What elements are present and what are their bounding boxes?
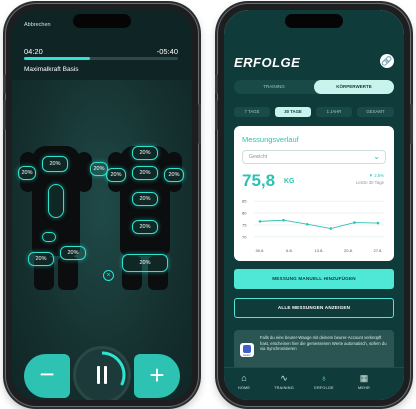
medal-icon: ♁: [320, 373, 328, 383]
weight-line-chart: 85 80 75 70 30.6. 6.8. 13.8. 20.8. 27.8.: [242, 199, 384, 253]
dynamic-island: [73, 14, 131, 28]
beurer-info-text: Falls du eine beurer-Waage mit deinem be…: [260, 335, 387, 352]
tab-erfolge[interactable]: ♁ ERFOLGE: [306, 372, 342, 390]
volume-button: [3, 74, 6, 94]
x-tick-label: 30.6.: [256, 248, 265, 253]
link-icon[interactable]: 🔗: [380, 54, 394, 68]
tab-mehr[interactable]: ▦ MEHR: [346, 372, 382, 390]
dynamic-island: [285, 14, 343, 28]
pad-back-upper[interactable]: 20%: [132, 166, 158, 180]
session-progress-bar: [24, 57, 178, 60]
current-value: 75,8: [242, 171, 276, 190]
pad-back-lower[interactable]: 20%: [132, 192, 158, 206]
tab-training-label: TRAINING: [274, 386, 294, 390]
metric-select[interactable]: Gewicht ⌄: [242, 150, 386, 164]
chevron-down-icon: ⌄: [373, 152, 380, 161]
decrease-button[interactable]: −: [24, 354, 70, 398]
suit-front-leg-right: [58, 256, 78, 290]
delta-badge: ▼ 2,5%: [368, 173, 384, 178]
add-measurement-button[interactable]: MESSUNG MANUELL HINZUFÜGEN: [234, 269, 394, 289]
show-all-measurements-button[interactable]: ALLE MESSUNGEN ANZEIGEN: [234, 298, 394, 318]
pad-leg-front-right[interactable]: 20%: [60, 246, 86, 260]
y-tick-label: 85: [242, 199, 247, 204]
data-point[interactable]: [305, 222, 309, 226]
pad-shoulder-back[interactable]: 20%: [132, 146, 158, 160]
tab-training[interactable]: TRAINING: [234, 80, 314, 94]
pad-chest[interactable]: 20%: [42, 156, 68, 172]
metric-select-value: Gewicht: [249, 154, 268, 160]
training-screen: Abbrechen 04:20 -05:40 Maximalkraft Basi…: [12, 10, 192, 400]
tab-7-tage[interactable]: 7 TAGE: [234, 107, 270, 117]
home-icon: ⌂: [241, 373, 247, 383]
volume-button: [215, 100, 218, 130]
y-tick-label: 75: [242, 222, 247, 227]
y-tick-label: 80: [242, 211, 247, 216]
pause-icon: [96, 366, 108, 384]
current-unit: KG: [284, 178, 295, 185]
measurement-card: Messungsverlauf Gewicht ⌄ 75,8 KG ▼ 2,5%…: [234, 126, 394, 261]
tab-1-jahr[interactable]: 1 JAHR: [316, 107, 352, 117]
series-line: [259, 219, 379, 229]
x-tick-label: 6.8.: [286, 248, 293, 253]
tab-30-tage[interactable]: 30 TAGE: [275, 107, 311, 117]
data-point[interactable]: [258, 220, 262, 223]
abort-button[interactable]: Abbrechen: [24, 22, 51, 28]
phone-training: Abbrechen 04:20 -05:40 Maximalkraft Basi…: [3, 4, 201, 406]
page-title: ERFOLGE: [234, 55, 301, 70]
program-name: Maximalkraft Basis: [24, 66, 79, 73]
session-progress-fill: [24, 57, 91, 60]
grid-icon: ▦: [359, 373, 369, 383]
tab-home[interactable]: ⌂ HOME: [226, 372, 262, 390]
period-tabs: 7 TAGE 30 TAGE 1 JAHR GESAMT: [234, 107, 394, 117]
y-tick-label: 70: [242, 234, 247, 239]
volume-button: [3, 100, 6, 130]
phone-results: ERFOLGE 🔗 TRAINING KÖRPERWERTE 7 TAGE 30…: [215, 4, 413, 406]
intensity-controls: − +: [24, 346, 180, 400]
pad-hip[interactable]: [42, 232, 56, 242]
volume-button: [215, 74, 218, 94]
x-tick-label: 13.8.: [315, 248, 324, 253]
close-icon[interactable]: ×: [103, 270, 114, 281]
main-tabs: TRAINING KÖRPERWERTE: [234, 80, 394, 94]
data-point[interactable]: [329, 227, 333, 230]
screenshot-canvas: Abbrechen 04:20 -05:40 Maximalkraft Basi…: [0, 0, 416, 409]
time-elapsed: 04:20: [24, 47, 43, 56]
beurer-info-box: beurer Falls du eine beurer-Waage mit de…: [234, 330, 394, 370]
tab-gesamt[interactable]: GESAMT: [357, 107, 394, 117]
pad-arm-back-left[interactable]: 20%: [106, 168, 126, 182]
pad-arm-front-left[interactable]: 20%: [18, 166, 36, 180]
tab-mehr-label: MEHR: [358, 386, 370, 390]
pad-glute[interactable]: 20%: [132, 220, 158, 234]
data-point[interactable]: [282, 218, 285, 222]
tab-erfolge-label: ERFOLGE: [314, 386, 334, 390]
power-button: [410, 104, 413, 144]
results-screen: ERFOLGE 🔗 TRAINING KÖRPERWERTE 7 TAGE 30…: [224, 10, 404, 400]
power-button: [198, 104, 201, 144]
tab-home-label: HOME: [237, 386, 251, 390]
pulse-icon: ∿: [280, 373, 288, 383]
x-tick-label: 20.8.: [344, 248, 353, 253]
delta-period: Letzte 30 Tage: [355, 180, 384, 185]
x-tick-label: 27.8.: [374, 248, 383, 253]
data-point[interactable]: [353, 221, 356, 224]
data-point[interactable]: [376, 221, 380, 225]
pad-abs[interactable]: [48, 184, 64, 218]
pad-leg-front-left[interactable]: 20%: [28, 252, 54, 266]
beurer-app-icon: beurer: [240, 343, 254, 357]
card-title: Messungsverlauf: [242, 135, 299, 144]
pause-button[interactable]: [73, 346, 131, 400]
tab-koerperwerte[interactable]: KÖRPERWERTE: [314, 80, 394, 94]
tab-bottom-training[interactable]: ∿ TRAINING: [266, 372, 302, 390]
bottom-tab-bar: ⌂ HOME ∿ TRAINING ♁ ERFOLGE ▦ MEHR: [224, 367, 404, 400]
time-remaining: -05:40: [156, 47, 178, 56]
increase-button[interactable]: +: [134, 354, 180, 398]
pad-leg-back[interactable]: 20%: [122, 254, 168, 272]
pad-arm-back-right[interactable]: 20%: [164, 168, 184, 182]
